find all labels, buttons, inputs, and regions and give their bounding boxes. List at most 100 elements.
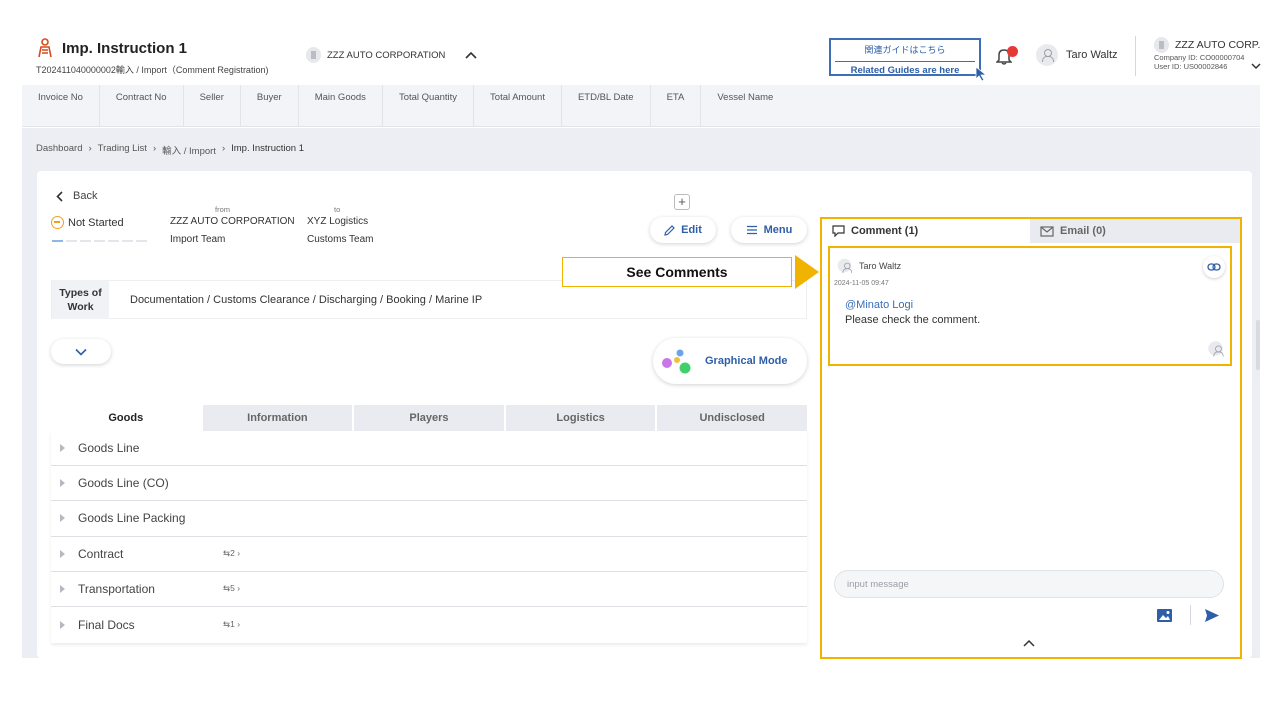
list-item-label: Goods Line (CO)	[78, 476, 169, 491]
company-building-icon	[1154, 37, 1169, 53]
list-item-goods-line-co[interactable]: Goods Line (CO)	[51, 466, 807, 502]
list-item-label: Goods Line	[78, 441, 140, 456]
send-icon[interactable]	[1204, 608, 1220, 623]
from-company: ZZZ AUTO CORPORATION	[170, 216, 295, 227]
comment-author: Taro Waltz	[836, 257, 901, 274]
list-item-label: Final Docs	[78, 617, 135, 632]
breadcrumb-current: Imp. Instruction 1	[231, 143, 304, 154]
comment-timestamp: 2024-11-05 09:47	[834, 280, 889, 287]
back-button[interactable]: Back	[56, 190, 97, 202]
company-chevron-down-icon[interactable]	[1251, 62, 1261, 70]
chevron-down-icon	[75, 348, 87, 356]
breadcrumb-separator: ›	[88, 143, 92, 154]
tab-comment[interactable]: Comment (1)	[822, 219, 1030, 243]
types-of-work-label: Types of Work	[52, 280, 109, 319]
status-not-started-icon	[51, 216, 64, 229]
comment-panel-tabs: Comment (1) Email (0)	[822, 219, 1240, 243]
link-count-badge[interactable]: ⇆5 ›	[223, 583, 240, 594]
corporation-name: ZZZ AUTO CORPORATION	[327, 49, 446, 61]
message-input[interactable]	[834, 570, 1224, 598]
link-count-badge[interactable]: ⇆1 ›	[223, 619, 240, 630]
copy-link-button[interactable]	[1203, 256, 1225, 278]
col-seller: Seller	[184, 85, 241, 127]
comment-icon	[832, 225, 845, 237]
list-item-transportation[interactable]: Transportation ⇆5 ›	[51, 571, 807, 607]
breadcrumb-trading-list[interactable]: Trading List	[98, 143, 147, 157]
col-buyer: Buyer	[241, 85, 299, 127]
page-header: Imp. Instruction 1	[36, 38, 187, 58]
tab-goods[interactable]: Goods	[51, 405, 203, 431]
notification-badge	[1007, 46, 1018, 57]
chevron-up-icon[interactable]	[465, 51, 477, 59]
col-contract-no: Contract No	[100, 85, 184, 127]
tab-logistics[interactable]: Logistics	[505, 405, 658, 431]
list-item-label: Goods Line Packing	[78, 511, 186, 526]
list-item-label: Transportation	[78, 581, 155, 596]
collapse-chevron-up-icon[interactable]	[1023, 639, 1035, 647]
breadcrumb-import[interactable]: 輸入 / Import	[162, 143, 216, 157]
list-item-label: Contract	[78, 546, 124, 561]
callout-arrow	[795, 255, 819, 289]
user-name: Taro Waltz	[1066, 49, 1118, 61]
goods-section-list: Goods Line Goods Line (CO) Goods Line Pa…	[51, 431, 807, 643]
company-name: ZZZ AUTO CORP.	[1175, 39, 1261, 51]
page-title: Imp. Instruction 1	[62, 39, 188, 57]
email-tab-label: Email (0)	[1060, 225, 1106, 237]
to-company: XYZ Logistics	[307, 216, 369, 227]
header-divider	[1135, 36, 1136, 76]
guide-label-en: Related Guides are here	[835, 61, 975, 76]
comment-user-name: Taro Waltz	[859, 260, 902, 271]
company-info[interactable]: ZZZ AUTO CORP. Company ID: CO00000704 Us…	[1154, 37, 1260, 71]
read-receipt-avatar-icon	[1208, 341, 1224, 357]
expand-triangle-icon	[60, 584, 65, 593]
link-count-badge[interactable]: ⇆2 ›	[223, 548, 240, 559]
breadcrumb-separator: ›	[152, 143, 157, 154]
graphical-mode-label: Graphical Mode	[705, 355, 788, 367]
status-indicator: Not Started	[51, 216, 124, 229]
tab-email[interactable]: Email (0)	[1030, 219, 1240, 243]
scrollbar[interactable]	[1256, 320, 1260, 370]
graphical-mode-button[interactable]: Graphical Mode	[653, 338, 807, 384]
col-eta: ETA	[651, 85, 702, 127]
edit-label: Edit	[681, 224, 702, 236]
col-invoice-no: Invoice No	[22, 85, 100, 127]
breadcrumb-dashboard[interactable]: Dashboard	[36, 143, 82, 157]
trade-summary-bar: Invoice No Contract No Seller Buyer Main…	[22, 85, 1260, 127]
building-icon	[306, 47, 321, 63]
to-label: to	[334, 205, 341, 214]
tab-information[interactable]: Information	[202, 405, 355, 431]
comment-text: Please check the comment.	[845, 314, 981, 326]
list-item-final-docs[interactable]: Final Docs ⇆1 ›	[51, 606, 807, 643]
expand-button[interactable]	[51, 339, 111, 364]
list-item-goods-line[interactable]: Goods Line	[51, 431, 807, 467]
user-avatar-icon	[1036, 44, 1058, 66]
guide-label-jp: 関連ガイドはこちら	[864, 45, 946, 55]
add-button[interactable]: +	[674, 194, 690, 210]
expand-triangle-icon	[60, 549, 65, 558]
comment-tab-label: Comment (1)	[851, 225, 919, 237]
tab-undisclosed[interactable]: Undisclosed	[657, 405, 807, 431]
pencil-icon	[664, 224, 675, 236]
corporation-selector[interactable]: ZZZ AUTO CORPORATION	[306, 47, 477, 63]
breadcrumb-separator: ›	[221, 143, 226, 154]
user-menu[interactable]: Taro Waltz	[1036, 44, 1118, 66]
cursor-pointer-icon	[975, 66, 988, 82]
comment-mention[interactable]: @Minato Logi	[845, 299, 913, 311]
graphical-mode-icon	[662, 349, 691, 374]
image-attach-icon[interactable]	[1156, 608, 1173, 623]
tab-players[interactable]: Players	[354, 405, 506, 431]
expand-triangle-icon	[60, 479, 65, 488]
app-window: Imp. Instruction 1 T202411040000002輸入 / …	[0, 0, 1280, 720]
menu-button[interactable]: Menu	[731, 217, 807, 243]
list-item-contract[interactable]: Contract ⇆2 ›	[51, 536, 807, 572]
user-id: User ID: US00002846	[1154, 62, 1228, 71]
edit-button[interactable]: Edit	[650, 217, 716, 243]
import-instruction-icon	[38, 38, 52, 58]
col-total-quantity: Total Quantity	[383, 85, 475, 127]
chevron-left-icon	[56, 190, 63, 202]
detail-tabs: Goods Information Players Logistics Undi…	[51, 405, 807, 431]
list-item-goods-line-packing[interactable]: Goods Line Packing	[51, 501, 807, 537]
expand-triangle-icon	[60, 620, 65, 629]
related-guides-button[interactable]: 関連ガイドはこちら Related Guides are here	[829, 38, 981, 76]
see-comments-callout: See Comments	[562, 257, 792, 287]
